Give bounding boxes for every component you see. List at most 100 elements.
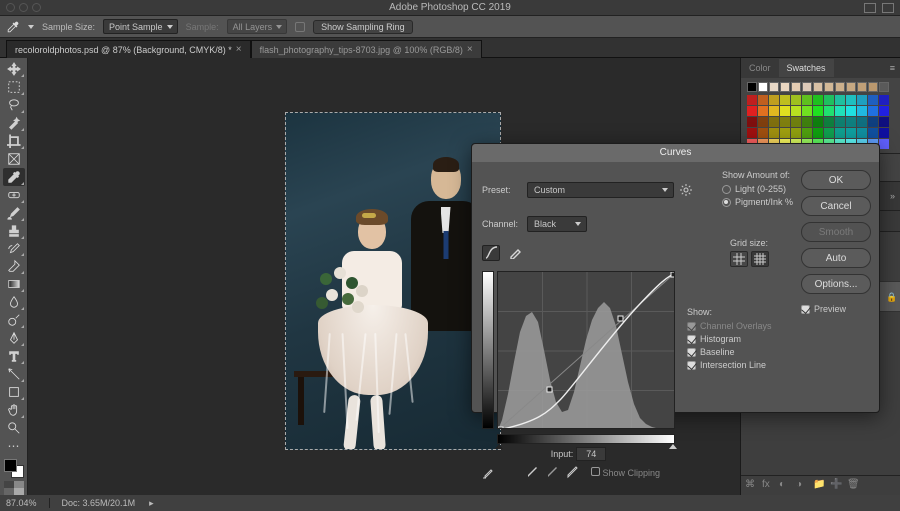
dodge-tool[interactable]	[3, 311, 25, 329]
blur-tool[interactable]	[3, 293, 25, 311]
swatch[interactable]	[758, 82, 768, 92]
mask-icon[interactable]: ◐	[779, 479, 792, 492]
baseline-checkbox[interactable]: Baseline	[687, 347, 772, 357]
swatch[interactable]	[780, 106, 790, 116]
swatch[interactable]	[780, 95, 790, 105]
pigment-radio[interactable]: Pigment/Ink %	[722, 197, 793, 207]
swatch[interactable]	[857, 95, 867, 105]
hand-tool[interactable]	[3, 401, 25, 419]
swatch[interactable]	[813, 106, 823, 116]
frame-tool[interactable]	[3, 150, 25, 168]
swatch[interactable]	[824, 82, 834, 92]
swatch[interactable]	[747, 106, 757, 116]
panel-menu-icon[interactable]: ≡	[885, 63, 900, 73]
swatch[interactable]	[780, 82, 790, 92]
swatch[interactable]	[802, 128, 812, 138]
swatch[interactable]	[758, 95, 768, 105]
swatch[interactable]	[769, 117, 779, 127]
link-icon[interactable]: ⌘	[745, 479, 758, 492]
brush-tool[interactable]	[3, 204, 25, 222]
channel-overlays-checkbox[interactable]: Channel Overlays	[687, 321, 772, 331]
swatch[interactable]	[747, 117, 757, 127]
input-gradient[interactable]	[497, 434, 675, 444]
swatch[interactable]	[868, 106, 878, 116]
sample-size-select[interactable]: Point Sample	[103, 19, 178, 34]
swatch[interactable]	[868, 82, 878, 92]
swatch[interactable]	[791, 117, 801, 127]
light-radio[interactable]: Light (0-255)	[722, 184, 793, 194]
swatch[interactable]	[879, 128, 889, 138]
on-image-tool-icon[interactable]	[482, 465, 497, 480]
swatch[interactable]	[791, 82, 801, 92]
doc-info[interactable]: Doc: 3.65M/20.1M	[62, 498, 136, 508]
swatch[interactable]	[769, 128, 779, 138]
swatch[interactable]	[857, 82, 867, 92]
preset-select[interactable]: Custom	[527, 182, 674, 198]
swatch[interactable]	[802, 106, 812, 116]
swatch[interactable]	[813, 82, 823, 92]
black-point-dropper-icon[interactable]	[525, 465, 540, 480]
trash-icon[interactable]: 🗑	[847, 479, 860, 492]
curves-graph[interactable]	[497, 271, 675, 429]
close-icon[interactable]: ×	[467, 44, 473, 55]
swatch[interactable]	[846, 82, 856, 92]
swatch[interactable]	[791, 95, 801, 105]
stamp-tool[interactable]	[3, 222, 25, 240]
swatch[interactable]	[758, 117, 768, 127]
swatch[interactable]	[802, 82, 812, 92]
swatch[interactable]	[780, 128, 790, 138]
swatch[interactable]	[846, 128, 856, 138]
type-tool[interactable]	[3, 347, 25, 365]
swatch[interactable]	[824, 128, 834, 138]
swatch[interactable]	[868, 117, 878, 127]
gear-icon[interactable]	[679, 183, 693, 197]
curve-point-tool[interactable]	[482, 245, 500, 261]
swatch[interactable]	[835, 82, 845, 92]
swatch[interactable]	[802, 95, 812, 105]
swatch[interactable]	[824, 95, 834, 105]
swatch[interactable]	[835, 95, 845, 105]
histogram-checkbox[interactable]: Histogram	[687, 334, 772, 344]
swatch[interactable]	[879, 95, 889, 105]
path-tool[interactable]	[3, 365, 25, 383]
show-clipping-checkbox[interactable]	[591, 467, 600, 476]
crop-tool[interactable]	[3, 132, 25, 150]
swatch[interactable]	[813, 95, 823, 105]
show-ring-checkbox[interactable]	[295, 22, 305, 32]
swatch[interactable]	[791, 106, 801, 116]
swatch[interactable]	[769, 106, 779, 116]
swatch[interactable]	[813, 128, 823, 138]
wand-tool[interactable]	[3, 114, 25, 132]
swatch[interactable]	[769, 95, 779, 105]
adjustment-icon[interactable]: ◑	[796, 479, 809, 492]
swatch[interactable]	[747, 82, 757, 92]
intersection-checkbox[interactable]: Intersection Line	[687, 360, 772, 370]
swatch[interactable]	[780, 117, 790, 127]
cancel-button[interactable]: Cancel	[801, 196, 871, 216]
swatch[interactable]	[846, 106, 856, 116]
tool-preset-chevron-icon[interactable]	[28, 25, 34, 29]
new-layer-icon[interactable]: ➕	[830, 479, 843, 492]
swatch[interactable]	[835, 106, 845, 116]
workspace-icon[interactable]	[882, 3, 894, 13]
panel-menu-icon[interactable]: »	[885, 191, 900, 201]
swatch[interactable]	[747, 95, 757, 105]
swatch[interactable]	[824, 106, 834, 116]
preview-checkbox[interactable]: Preview	[801, 304, 871, 314]
swatch[interactable]	[824, 117, 834, 127]
grid-4-button[interactable]	[730, 251, 748, 267]
swatch[interactable]	[879, 106, 889, 116]
edit-toolbar[interactable]: ⋯	[3, 437, 25, 455]
swatch[interactable]	[857, 117, 867, 127]
swatch[interactable]	[846, 117, 856, 127]
ok-button[interactable]: OK	[801, 170, 871, 190]
gradient-tool[interactable]	[3, 275, 25, 293]
curve-pencil-tool[interactable]	[506, 245, 524, 261]
history-brush-tool[interactable]	[3, 240, 25, 258]
move-tool[interactable]	[3, 60, 25, 78]
grid-10-button[interactable]	[751, 251, 769, 267]
swatch[interactable]	[769, 82, 779, 92]
color-swatch[interactable]	[4, 459, 24, 478]
lasso-tool[interactable]	[3, 96, 25, 114]
swatch[interactable]	[802, 117, 812, 127]
